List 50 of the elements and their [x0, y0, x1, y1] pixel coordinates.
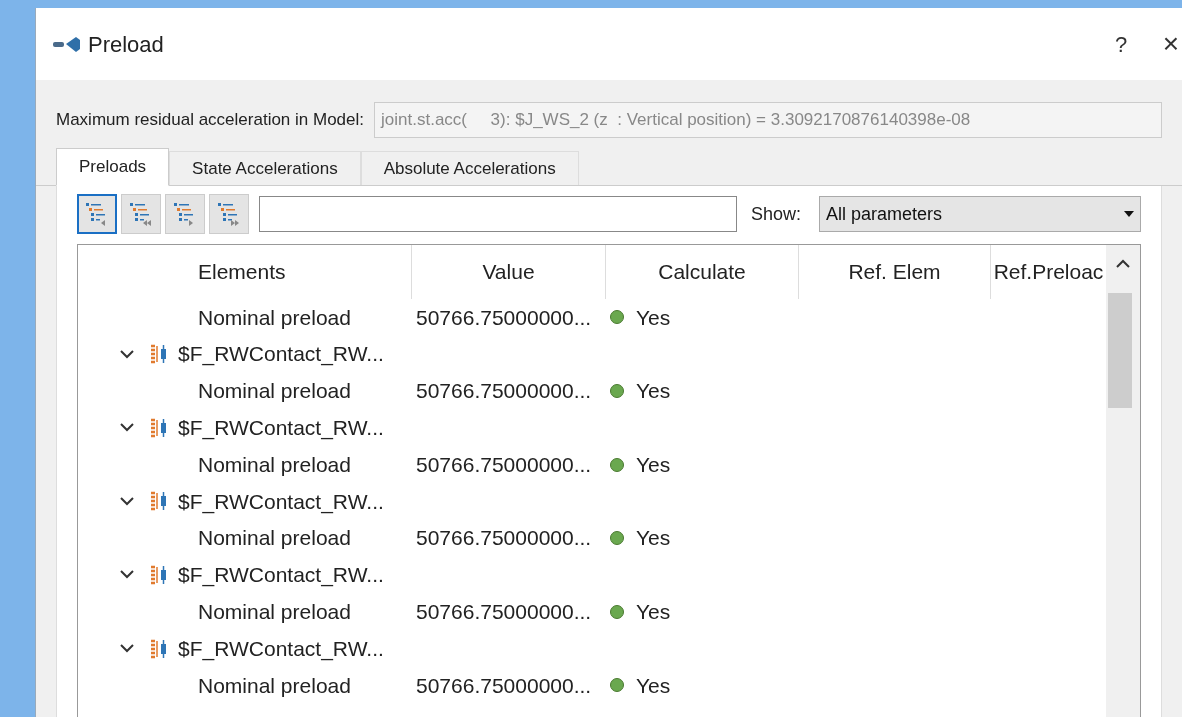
table-cell-text: Yes	[636, 599, 671, 625]
tree-item[interactable]: $F_RWContact_RW...	[178, 338, 384, 370]
table-cell: Nominal preload	[198, 600, 351, 623]
expand-chevron-icon[interactable]	[120, 570, 134, 580]
table-cell: 50766.75000000...	[416, 305, 592, 329]
tree-tool-button[interactable]	[77, 194, 117, 234]
table-cell-text: Yes	[636, 525, 671, 552]
tree-item[interactable]: $F_RWContact_RW...	[178, 632, 384, 665]
residual-label: Maximum residual acceleration in Model:	[56, 109, 365, 132]
table-cell: 50766.75000000...	[416, 452, 592, 476]
table-cell-text: Yes	[636, 304, 671, 331]
table-cell-text: Yes	[636, 378, 671, 405]
table-cell: 50766.75000000...	[416, 379, 592, 403]
app-icon	[52, 34, 82, 54]
table-cell: 50766.75000000...	[416, 600, 592, 623]
dropdown-caret-icon	[1124, 211, 1134, 217]
help-button[interactable]: ?	[1096, 27, 1146, 61]
scrollbar-thumb[interactable]	[1108, 293, 1132, 408]
table-cell-text: Yes	[636, 672, 671, 699]
table-cell: Nominal preload	[198, 673, 351, 697]
show-dropdown[interactable]: All parameters	[819, 196, 1141, 232]
residual-field: joint.st.acc( 3): $J_WS_2 (z : Vertical position) = 3.3092170876140398e-08	[374, 102, 1162, 138]
tree-item[interactable]: $F_RWContact_RW...	[178, 559, 384, 591]
expand-chevron-icon[interactable]	[120, 423, 134, 433]
expand-chevron-icon[interactable]	[120, 644, 134, 654]
column-header[interactable]: Elements	[78, 245, 412, 299]
table-cell: Nominal preload	[198, 379, 351, 403]
table-cell: Nominal preload	[198, 305, 351, 329]
scrollbar[interactable]	[1106, 245, 1140, 717]
table-cell: Nominal preload	[198, 452, 351, 476]
tab[interactable]: Absolute Accelerations	[360, 151, 579, 185]
table-cell: Nominal preload	[198, 526, 351, 550]
filter-field[interactable]	[259, 196, 737, 232]
tree-item[interactable]: $F_RWContact_RW...	[178, 412, 384, 444]
show-label: Show:	[750, 202, 801, 226]
table-cell: 50766.75000000...	[416, 526, 592, 550]
tab[interactable]: Preloads	[56, 148, 170, 186]
column-header[interactable]: Calculate	[606, 245, 799, 299]
table-cell-text: Yes	[636, 451, 671, 478]
column-header[interactable]: Ref.Preloac	[991, 245, 1106, 299]
window-title: Preload	[88, 30, 164, 59]
table-cell: 50766.75000000...	[416, 673, 592, 697]
expand-chevron-icon[interactable]	[120, 496, 134, 506]
column-header[interactable]: Ref. Elem	[799, 245, 991, 299]
scroll-up-icon[interactable]	[1116, 259, 1130, 268]
tab[interactable]: State Accelerations	[169, 151, 361, 185]
column-header[interactable]: Value	[412, 245, 606, 299]
tree-item[interactable]: $F_RWContact_RW...	[178, 485, 384, 518]
expand-chevron-icon[interactable]	[120, 349, 134, 359]
close-button[interactable]: ×	[1146, 23, 1182, 65]
